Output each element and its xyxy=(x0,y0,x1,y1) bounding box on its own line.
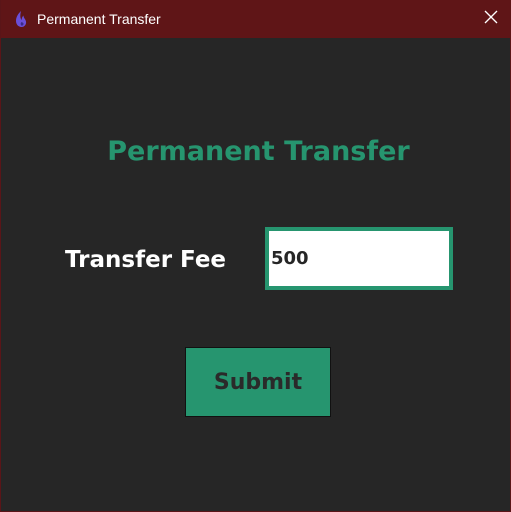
transfer-fee-input[interactable] xyxy=(265,227,453,290)
submit-button[interactable]: Submit xyxy=(185,347,331,417)
flame-icon xyxy=(13,10,29,28)
page-title: Permanent Transfer xyxy=(107,136,410,167)
title-bar[interactable]: Permanent Transfer xyxy=(1,0,511,38)
window-title: Permanent Transfer xyxy=(37,11,161,27)
transfer-fee-label: Transfer Fee xyxy=(65,247,227,273)
app-window: Permanent Transfer Permanent Transfer Tr… xyxy=(0,0,511,512)
close-icon xyxy=(484,10,498,29)
close-button[interactable] xyxy=(470,0,511,38)
